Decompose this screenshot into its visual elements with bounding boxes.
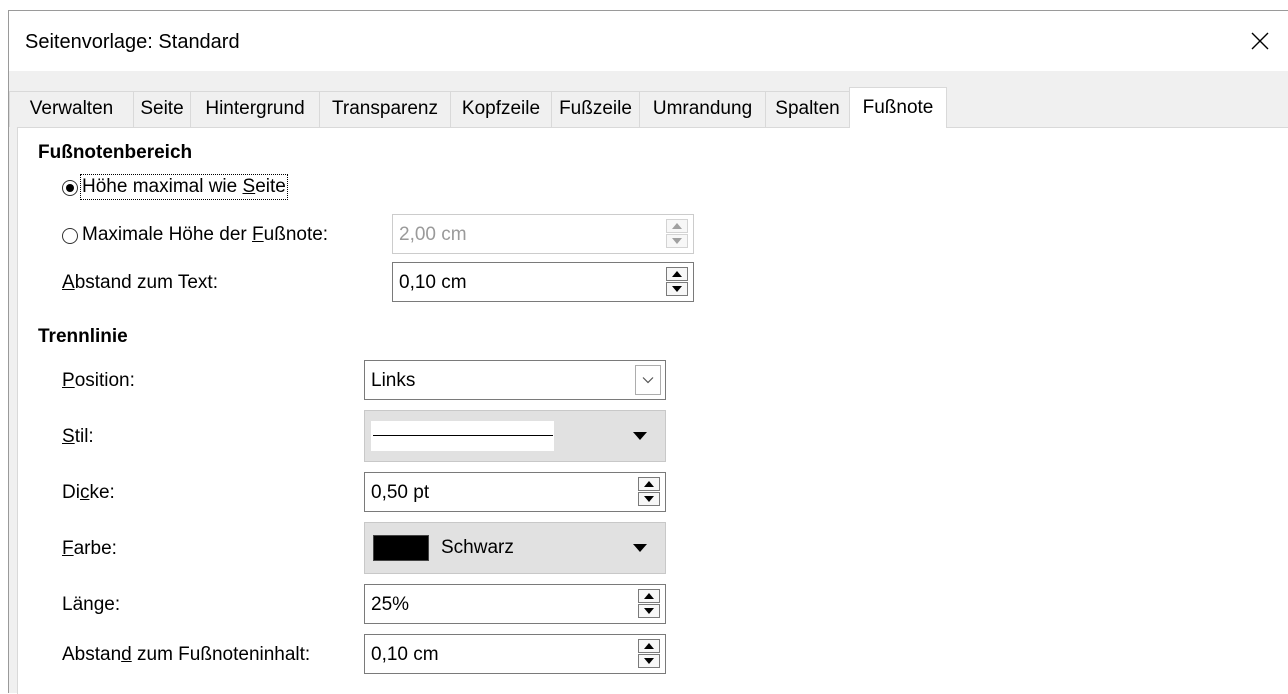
arrow-up-icon xyxy=(672,271,682,277)
radio-selected-dot xyxy=(65,183,74,192)
position-select[interactable]: Links xyxy=(364,360,666,400)
color-swatch xyxy=(373,535,429,561)
spacing-to-content-value: 0,10 cm xyxy=(371,644,439,665)
separator-heading: Trennlinie xyxy=(38,326,128,347)
length-spinbox[interactable]: 25% xyxy=(364,584,666,624)
thickness-label: Dicke: xyxy=(62,482,115,503)
spacing-to-content-decrement[interactable] xyxy=(638,654,660,668)
radio-height-as-page[interactable] xyxy=(62,180,78,196)
max-height-decrement[interactable] xyxy=(666,234,688,248)
radio-max-height-label[interactable]: Maximale Höhe der Fußnote: xyxy=(82,224,328,246)
spacing-to-text-increment[interactable] xyxy=(666,267,688,281)
arrow-up-icon xyxy=(644,643,654,649)
arrow-down-icon xyxy=(644,496,654,502)
dropdown-arrow-icon xyxy=(633,432,647,440)
radio-height-as-page-label[interactable]: Höhe maximal wie Seite xyxy=(80,174,288,200)
arrow-down-icon xyxy=(644,608,654,614)
spacing-to-text-decrement[interactable] xyxy=(666,282,688,296)
close-icon xyxy=(1251,32,1269,50)
tab-seite[interactable]: Seite xyxy=(133,91,191,127)
spacing-to-text-label: Abstand zum Text: xyxy=(62,272,218,293)
arrow-up-icon xyxy=(644,593,654,599)
thickness-spinbox[interactable]: 0,50 pt xyxy=(364,472,666,512)
color-select[interactable]: Schwarz xyxy=(364,522,666,574)
line-style-select[interactable] xyxy=(364,410,666,462)
max-height-spinbox[interactable]: 2,00 cm xyxy=(392,214,694,254)
dropdown-arrow-icon xyxy=(633,544,647,552)
dialog-title: Seitenvorlage: Standard xyxy=(25,31,240,53)
length-value: 25% xyxy=(371,594,410,615)
arrow-down-icon xyxy=(672,238,682,244)
spacing-to-content-increment[interactable] xyxy=(638,639,660,653)
radio-max-height[interactable] xyxy=(62,228,78,244)
chevron-down-icon xyxy=(642,377,654,384)
tab-fusszeile[interactable]: Fußzeile xyxy=(551,91,640,127)
color-value: Schwarz xyxy=(441,537,514,558)
spacing-to-content-spinbox[interactable]: 0,10 cm xyxy=(364,634,666,674)
color-label: Farbe: xyxy=(62,538,117,559)
thickness-value: 0,50 pt xyxy=(371,482,430,503)
thickness-decrement[interactable] xyxy=(638,492,660,506)
tab-kopfzeile[interactable]: Kopfzeile xyxy=(450,91,552,127)
tab-umrandung[interactable]: Umrandung xyxy=(639,91,766,127)
tab-strip: Verwalten Seite Hintergrund Transparenz … xyxy=(9,87,1288,128)
position-value: Links xyxy=(371,370,416,391)
arrow-up-icon xyxy=(672,223,682,229)
footnote-area-heading: Fußnotenbereich xyxy=(38,142,193,163)
line-style-preview xyxy=(371,421,554,451)
tab-fussnote[interactable]: Fußnote xyxy=(849,87,947,128)
max-height-increment[interactable] xyxy=(666,219,688,233)
spacing-to-text-spinbox[interactable]: 0,10 cm xyxy=(392,262,694,302)
title-bar: Seitenvorlage: Standard xyxy=(9,11,1288,71)
thickness-increment[interactable] xyxy=(638,477,660,491)
dialog-window: Seitenvorlage: Standard Verwalten Seite … xyxy=(8,10,1288,694)
line-style-sample xyxy=(373,435,553,436)
arrow-down-icon xyxy=(672,286,682,292)
position-dropdown-button[interactable] xyxy=(635,365,661,395)
length-label: Länge: xyxy=(62,594,121,615)
tab-transparenz[interactable]: Transparenz xyxy=(319,91,451,127)
spacing-to-content-label: Abstand zum Fußnoteninhalt: xyxy=(62,644,311,665)
max-height-value: 2,00 cm xyxy=(399,224,467,245)
style-label: Stil: xyxy=(62,426,94,447)
position-label: Position: xyxy=(62,370,135,391)
tab-panel-fussnote: Fußnotenbereich Höhe maximal wie Seite M… xyxy=(17,127,1288,694)
spacing-to-text-value: 0,10 cm xyxy=(399,272,467,293)
tab-spalten[interactable]: Spalten xyxy=(765,91,850,127)
arrow-down-icon xyxy=(644,658,654,664)
tab-verwalten[interactable]: Verwalten xyxy=(9,91,134,127)
length-decrement[interactable] xyxy=(638,604,660,618)
tab-hintergrund[interactable]: Hintergrund xyxy=(190,91,320,127)
close-button[interactable] xyxy=(1242,25,1278,57)
length-increment[interactable] xyxy=(638,589,660,603)
arrow-up-icon xyxy=(644,481,654,487)
